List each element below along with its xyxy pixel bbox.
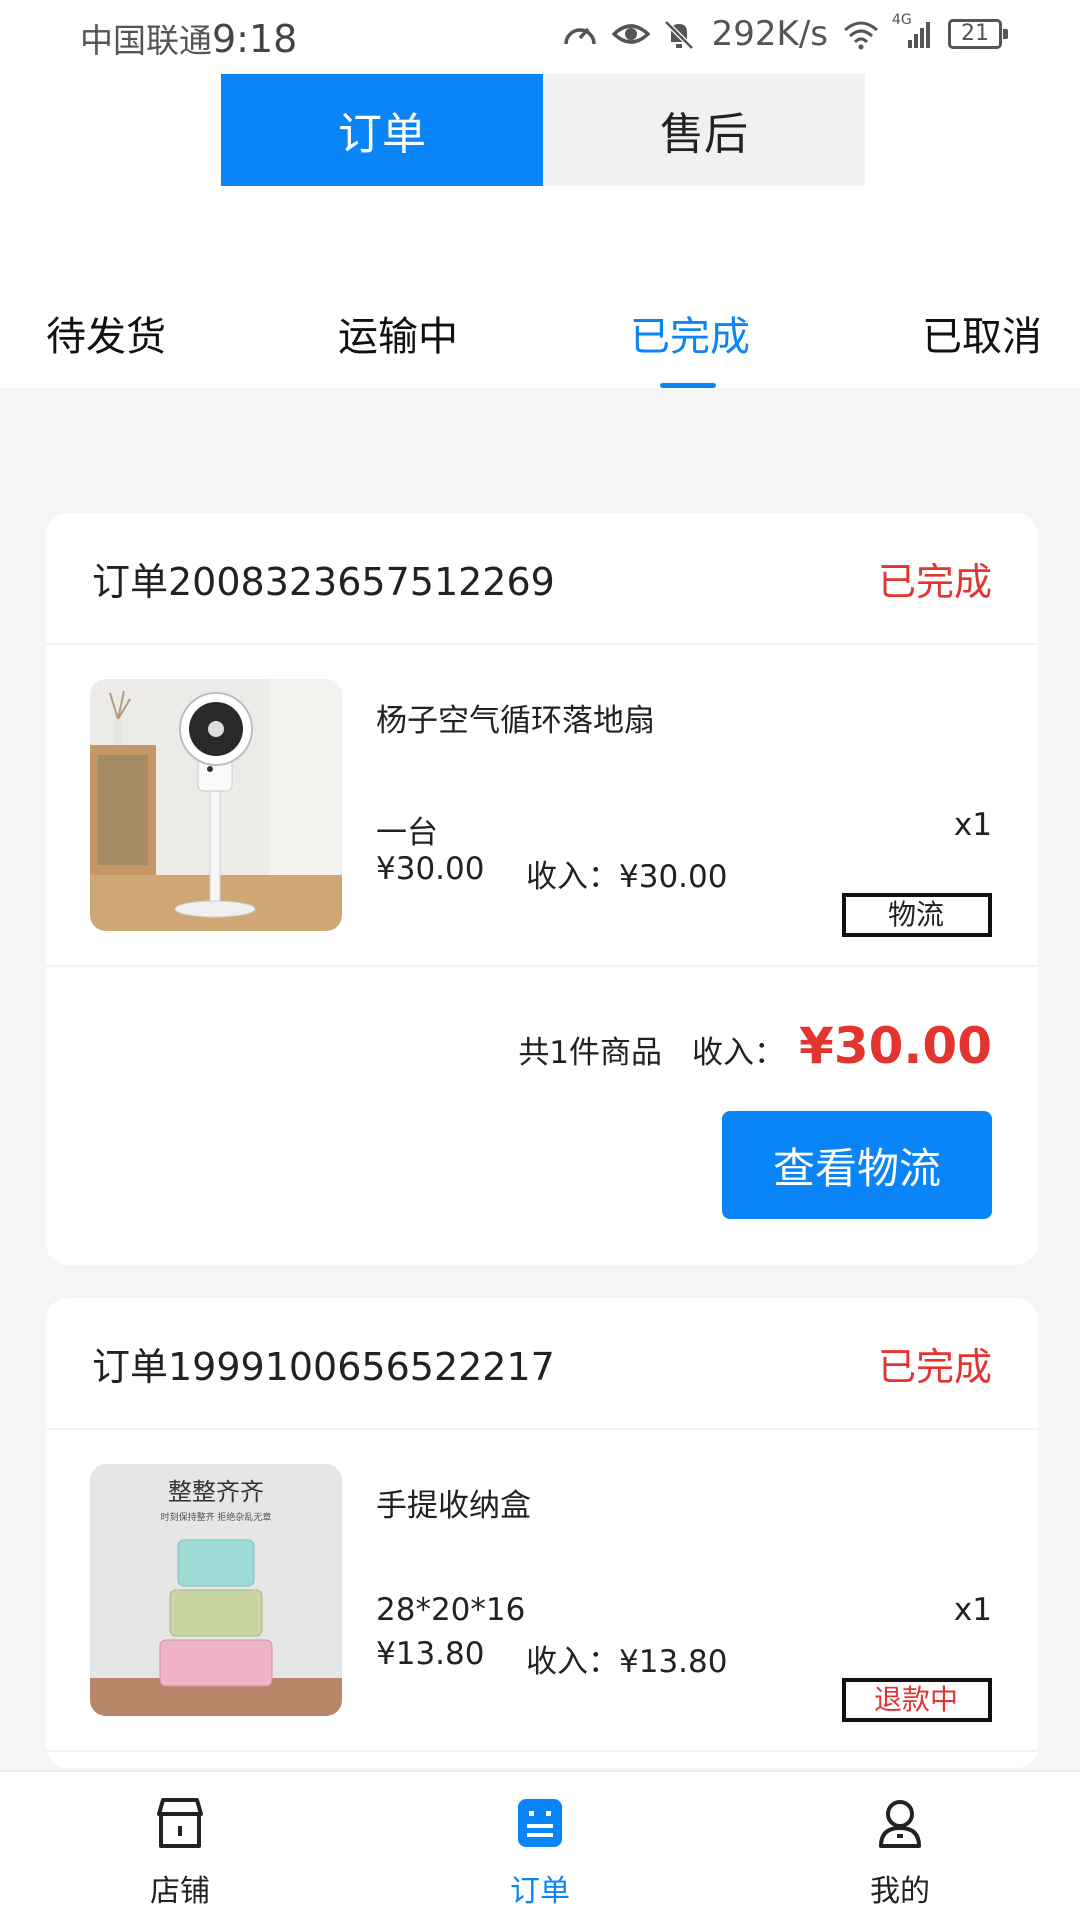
tab-after-sales[interactable]: 售后	[543, 74, 865, 186]
nav-item-profile[interactable]: 我的	[820, 1794, 980, 1910]
status-bar: 中国联通9:18 292K/s 4G 21	[0, 0, 1080, 74]
product-image-storage-box[interactable]: 整整齐齐 时刻保持整齐 拒绝杂乱无章	[90, 1464, 342, 1716]
tab-orders[interactable]: 订单	[221, 74, 543, 186]
image-subcaption: 时刻保持整齐 拒绝杂乱无章	[161, 1511, 272, 1523]
product-price: ¥30.00	[376, 851, 485, 887]
order-status-tabs: 待发货 运输中 已完成 已取消	[0, 244, 1080, 388]
order-card[interactable]: 订单2008323657512269 已完成 杨子空气循环落地扇 一台 ¥30.…	[46, 513, 1038, 1265]
order-item[interactable]: 整整齐齐 时刻保持整齐 拒绝杂乱无章 手提收纳盒 28*20*16 ¥13.80…	[46, 1430, 1038, 1752]
active-tab-indicator	[660, 383, 716, 388]
product-quantity: x1	[953, 1592, 992, 1628]
order-header: 订单1999100656522217 已完成	[46, 1298, 1038, 1430]
product-title: 手提收纳盒	[376, 1488, 531, 1524]
refund-tag[interactable]: 退款中	[842, 1678, 992, 1722]
battery-icon: 21	[948, 19, 1008, 49]
product-quantity: x1	[953, 807, 992, 843]
tab-cancelled[interactable]: 已取消	[922, 304, 1042, 362]
product-income: 收入：¥13.80	[526, 1644, 728, 1680]
status-right: 292K/s 4G 21	[562, 12, 1008, 54]
order-type-toggle: 订单 售后	[0, 74, 1080, 244]
network-type: 4G	[892, 12, 912, 28]
carrier-label: 中国联通	[80, 21, 212, 60]
orders-icon	[513, 1794, 567, 1856]
nav-item-orders[interactable]: 订单	[460, 1794, 620, 1910]
order-summary: 共1件商品 收入： ¥30.00	[518, 1017, 992, 1075]
wifi-icon	[842, 18, 878, 50]
item-count: 共1件商品	[518, 1035, 663, 1071]
eye-icon	[611, 18, 651, 50]
speedometer-icon	[562, 18, 598, 50]
product-income: 收入：¥30.00	[526, 859, 728, 895]
nav-item-store[interactable]: 店铺	[100, 1794, 260, 1910]
tab-completed[interactable]: 已完成	[630, 304, 750, 362]
order-number: 订单1999100656522217	[92, 1344, 555, 1389]
income-label: 收入：	[692, 1035, 786, 1071]
bell-muted-icon	[662, 18, 698, 50]
profile-icon	[873, 1794, 927, 1856]
logistics-tag[interactable]: 物流	[842, 893, 992, 937]
store-icon	[153, 1794, 207, 1856]
nav-label: 店铺	[150, 1874, 210, 1909]
order-status: 已完成	[877, 1344, 992, 1389]
order-total: ¥30.00	[799, 1017, 992, 1075]
view-logistics-button[interactable]: 查看物流	[722, 1111, 992, 1219]
order-item[interactable]: 杨子空气循环落地扇 一台 ¥30.00 收入：¥30.00 x1 物流	[46, 645, 1038, 967]
product-title: 杨子空气循环落地扇	[376, 703, 655, 739]
image-caption: 整整齐齐	[168, 1478, 264, 1506]
nav-label: 我的	[870, 1874, 930, 1909]
status-left: 中国联通9:18	[80, 14, 297, 62]
product-price: ¥13.80	[376, 1636, 485, 1672]
nav-label: 订单	[510, 1874, 570, 1909]
tab-pending-shipment[interactable]: 待发货	[46, 304, 166, 362]
order-header: 订单2008323657512269 已完成	[46, 513, 1038, 645]
network-speed: 292K/s	[711, 14, 828, 54]
order-status: 已完成	[877, 559, 992, 604]
signal-icon: 4G	[892, 12, 934, 50]
tab-in-transit[interactable]: 运输中	[338, 304, 458, 362]
product-spec: 28*20*16	[376, 1592, 526, 1628]
order-number: 订单2008323657512269	[92, 559, 555, 604]
clock: 9:18	[212, 17, 298, 61]
bottom-nav: 店铺 订单 我的	[0, 1770, 1080, 1920]
product-image-fan[interactable]	[90, 679, 342, 931]
product-spec: 一台	[376, 815, 438, 851]
order-card[interactable]: 订单1999100656522217 已完成 整整齐齐 时刻保持整齐 拒绝杂乱无…	[46, 1298, 1038, 1768]
